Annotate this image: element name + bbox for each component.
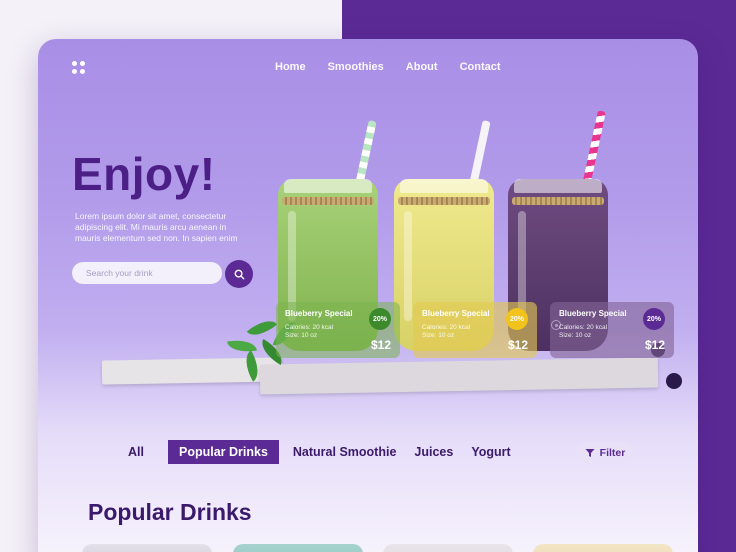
product-thumbnail[interactable] xyxy=(383,544,513,552)
app-window: Home Smoothies About Contact Enjoy! Lore… xyxy=(38,39,698,552)
blueberry xyxy=(666,373,682,389)
discount-badge: 20% xyxy=(643,308,665,330)
tab-popular-drinks[interactable]: Popular Drinks xyxy=(167,440,279,464)
main-nav: Home Smoothies About Contact xyxy=(275,61,501,73)
search-icon xyxy=(234,269,244,279)
tab-juices[interactable]: Juices xyxy=(406,440,461,464)
product-thumbnail[interactable] xyxy=(233,544,363,552)
drink-name: Blueberry Special xyxy=(285,309,353,318)
drink-card[interactable]: Blueberry Special Calories: 20 kcal Size… xyxy=(276,302,400,358)
drink-price: $12 xyxy=(370,338,391,352)
nav-about[interactable]: About xyxy=(406,61,438,73)
discount-badge: 20% xyxy=(506,308,528,330)
nav-contact[interactable]: Contact xyxy=(460,61,501,73)
hero-title: Enjoy! xyxy=(72,148,216,200)
nav-smoothies[interactable]: Smoothies xyxy=(328,61,384,73)
search-button[interactable] xyxy=(225,260,253,288)
tab-yogurt[interactable]: Yogurt xyxy=(463,440,518,464)
filter-label: Filter xyxy=(599,447,626,459)
search-field[interactable] xyxy=(72,262,222,284)
category-tabs: All Popular Drinks Natural Smoothie Juic… xyxy=(120,440,521,464)
logo-icon[interactable] xyxy=(72,61,86,75)
drink-price: $12 xyxy=(507,338,528,352)
section-title: Popular Drinks xyxy=(88,499,252,525)
tab-natural-smoothie[interactable]: Natural Smoothie xyxy=(285,440,405,464)
tab-all[interactable]: All xyxy=(120,440,152,464)
drink-name: Blueberry Special xyxy=(422,309,490,318)
discount-badge: 20% xyxy=(369,308,391,330)
drink-price: $12 xyxy=(644,338,665,352)
hero-description: Lorem ipsum dolor sit amet, consectetur … xyxy=(75,211,238,243)
nav-home[interactable]: Home xyxy=(275,61,306,73)
product-thumbnail[interactable] xyxy=(533,544,673,552)
mint-leaf xyxy=(246,313,278,343)
wooden-board-front xyxy=(259,357,659,395)
drink-card[interactable]: Blueberry Special Calories: 20 kcal Size… xyxy=(413,302,537,358)
product-thumbnail[interactable] xyxy=(82,544,212,552)
filter-button[interactable]: Filter xyxy=(577,443,633,463)
drink-name: Blueberry Special xyxy=(559,309,627,318)
funnel-icon xyxy=(585,449,595,457)
drink-card[interactable]: Blueberry Special Calories: 20 kcal Size… xyxy=(550,302,674,358)
search-input[interactable] xyxy=(86,268,208,278)
